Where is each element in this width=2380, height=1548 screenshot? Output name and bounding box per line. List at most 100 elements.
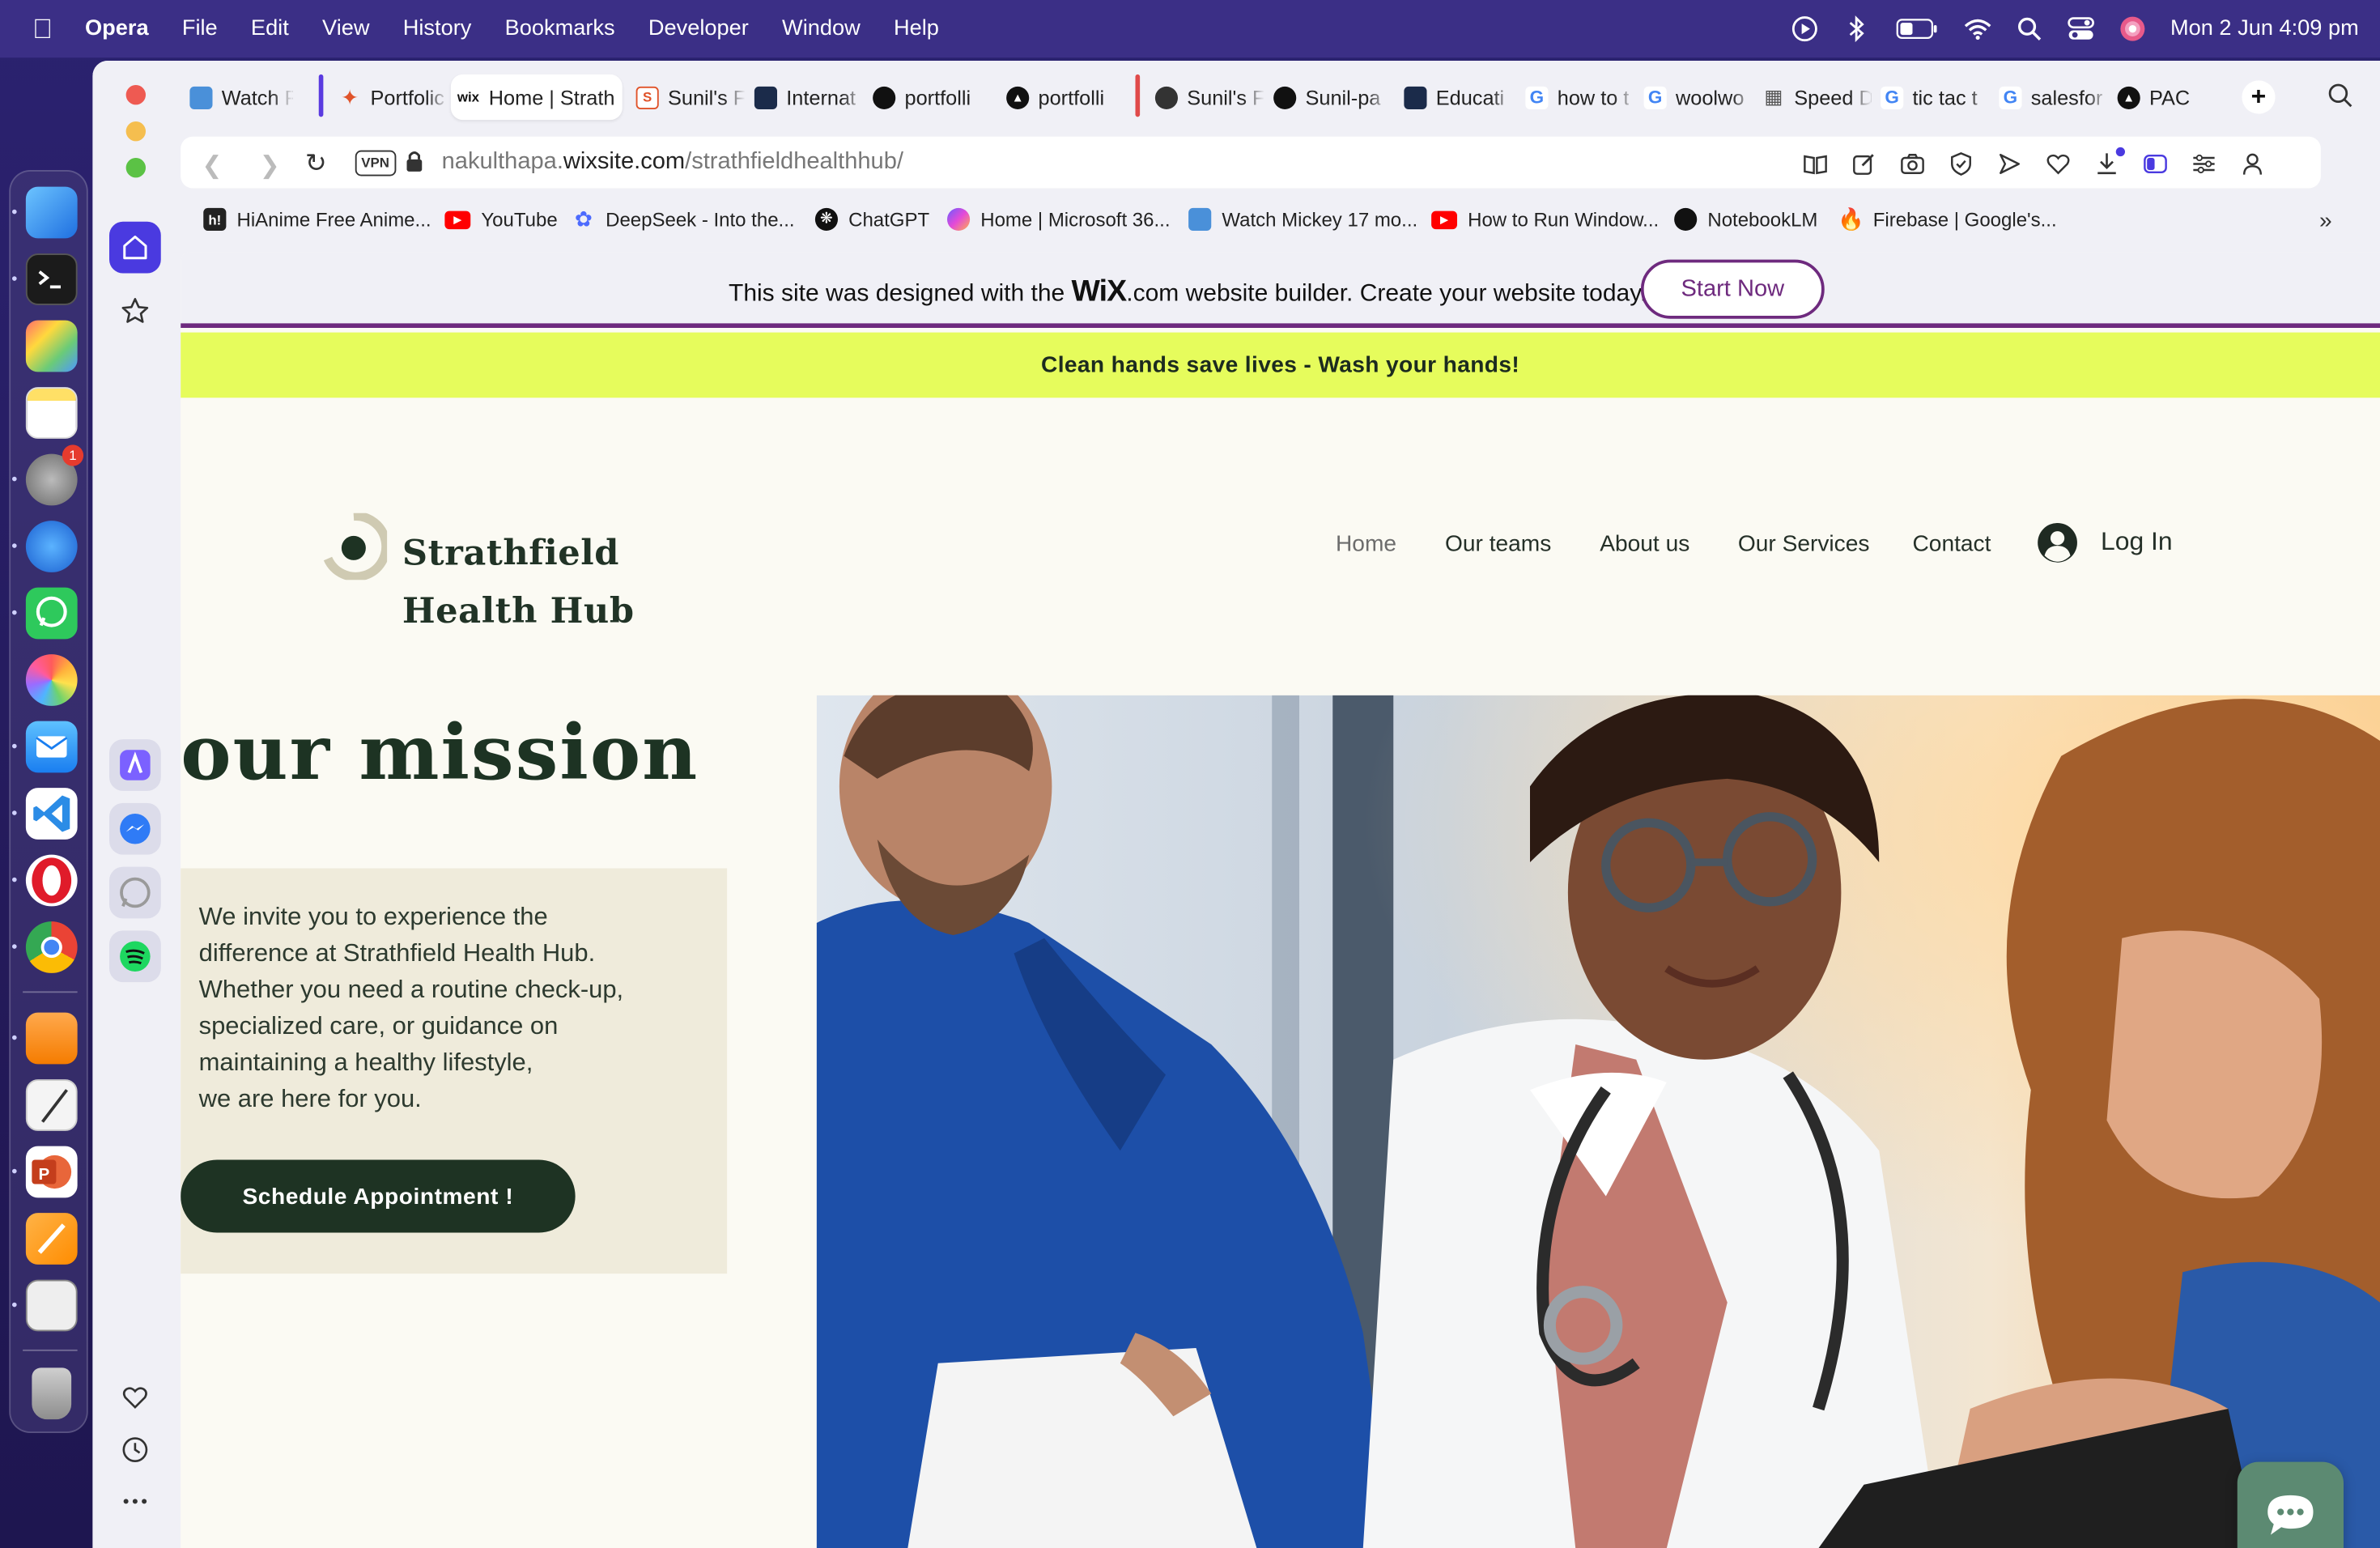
whatsapp-sidebar-icon[interactable] — [109, 866, 161, 919]
bookmark-firebase[interactable]: 🔥 Firebase | Google's... — [1838, 206, 2056, 231]
tab-tic-tac[interactable]: Gtic tac t — [1875, 74, 1991, 121]
reload-icon[interactable]: ↻ — [305, 149, 327, 180]
edit-icon[interactable] — [1852, 152, 1876, 176]
more-options-icon[interactable] — [109, 1476, 161, 1528]
siri-icon[interactable] — [2119, 15, 2146, 43]
flow-send-icon[interactable] — [1998, 152, 2022, 176]
favorites-heart-icon[interactable] — [2046, 152, 2071, 176]
finder-icon[interactable] — [25, 186, 78, 239]
lock-icon[interactable] — [406, 149, 424, 181]
easy-setup-icon[interactable] — [2192, 152, 2216, 176]
nav-our-teams[interactable]: Our teams — [1445, 531, 1551, 557]
mail-icon[interactable] — [25, 721, 78, 773]
menu-view[interactable]: View — [322, 17, 369, 41]
textedit-icon[interactable] — [25, 1079, 78, 1131]
menu-file[interactable]: File — [182, 17, 218, 41]
ad-blocker-shield-icon[interactable] — [1949, 152, 1974, 176]
bookmarks-overflow-chevron-icon[interactable]: » — [2319, 208, 2332, 234]
user-avatar-icon[interactable] — [2037, 522, 2078, 563]
menu-developer[interactable]: Developer — [648, 17, 749, 41]
back-arrow-icon[interactable]: ❮ — [202, 151, 222, 181]
aria-ai-icon[interactable] — [109, 739, 161, 791]
camera-snapshot-icon[interactable] — [1901, 152, 1925, 176]
download-icon[interactable] — [2095, 152, 2119, 176]
menu-help[interactable]: Help — [894, 17, 939, 41]
menu-app-name[interactable]: Opera — [85, 17, 149, 41]
bookmark-chatgpt[interactable]: ❋ ChatGPT — [814, 207, 929, 231]
media-play-icon[interactable] — [1791, 15, 1818, 43]
spotlight-search-icon[interactable] — [2016, 15, 2043, 43]
log-in-link[interactable]: Log In — [2101, 527, 2173, 558]
wifi-icon[interactable] — [1964, 15, 1991, 43]
tab-pac[interactable]: ▲ PAC — [2111, 74, 2217, 120]
url-input[interactable]: nakulthapa.wixsite.com/strathfieldhealth… — [442, 149, 903, 176]
sidebar-toggle-icon[interactable] — [2144, 152, 2168, 176]
bookmark-youtube[interactable]: ▶ YouTube — [444, 208, 558, 231]
messenger-icon[interactable] — [109, 802, 161, 855]
notes-icon[interactable] — [25, 387, 78, 439]
nav-contact[interactable]: Contact — [1913, 531, 1991, 557]
opera-icon[interactable] — [25, 854, 78, 907]
tab-watch[interactable]: Watch F — [184, 74, 293, 121]
bookmark-watch-mickey[interactable]: Watch Mickey 17 mo... — [1188, 207, 1417, 231]
zoom-window-button[interactable] — [125, 158, 146, 178]
spotify-icon[interactable] — [109, 930, 161, 983]
tab-sunil-pa[interactable]: Sunil-pa — [1268, 74, 1389, 121]
tab-education[interactable]: Educati — [1398, 74, 1514, 121]
start-now-button[interactable]: Start Now — [1640, 259, 1825, 319]
tab-how-to[interactable]: Ghow to t — [1519, 74, 1635, 121]
tab-search-icon[interactable] — [2327, 82, 2354, 117]
history-clock-icon[interactable] — [109, 1424, 161, 1476]
tab-home-strathfield[interactable]: wix Home | Strath — [450, 74, 623, 121]
bluetooth-icon[interactable] — [1842, 15, 1870, 43]
whatsapp-icon[interactable] — [25, 587, 78, 640]
tab-woolworths[interactable]: Gwoolwo — [1638, 74, 1753, 121]
menu-edit[interactable]: Edit — [251, 17, 289, 41]
tab-portfolio-vercel[interactable]: ▲ portfolli — [1001, 74, 1125, 121]
bookmark-deepseek[interactable]: ✿ DeepSeek - Into the... — [572, 206, 795, 231]
ubuntu-app-icon[interactable] — [25, 1012, 78, 1065]
nav-about-us[interactable]: About us — [1600, 531, 1689, 557]
chrome-icon[interactable] — [25, 921, 78, 973]
tab-speed-dial[interactable]: ▦ Speed D — [1756, 74, 1872, 121]
pages-icon[interactable] — [25, 1213, 78, 1265]
profile-icon[interactable] — [2241, 152, 2265, 176]
tab-portfolio[interactable]: ✦ Portfolic — [333, 74, 448, 121]
schedule-appointment-button[interactable]: Schedule Appointment ! — [181, 1159, 576, 1233]
tab-sunils-2[interactable]: Sunil's F — [1149, 74, 1264, 121]
menu-window[interactable]: Window — [782, 17, 861, 41]
launchpad-icon[interactable] — [25, 320, 78, 372]
nav-home[interactable]: Home — [1336, 531, 1396, 557]
tab-international[interactable]: Internat — [748, 74, 864, 121]
home-icon[interactable] — [109, 221, 161, 274]
vpn-badge[interactable]: VPN — [355, 150, 396, 176]
control-center-icon[interactable] — [2067, 15, 2094, 43]
chat-button[interactable] — [2237, 1461, 2344, 1548]
menubar-datetime[interactable]: Mon 2 Jun 4:09 pm — [2170, 17, 2359, 41]
trash-icon[interactable] — [32, 1367, 72, 1420]
bookmark-notebooklm[interactable]: NotebookLM — [1674, 207, 1817, 231]
reader-mode-icon[interactable] — [1804, 152, 1828, 176]
nav-our-services[interactable]: Our Services — [1738, 531, 1870, 557]
close-window-button[interactable] — [125, 85, 146, 105]
bookmark-microsoft365[interactable]: Home | Microsoft 36... — [947, 207, 1171, 231]
new-tab-plus-icon[interactable]: + — [2242, 80, 2276, 114]
bookmark-how-to-run[interactable]: ▶ How to Run Window... — [1431, 208, 1659, 231]
forward-arrow-icon[interactable]: ❯ — [260, 151, 280, 181]
bookmark-hianime[interactable]: h! HiAnime Free Anime... — [203, 207, 431, 231]
star-icon[interactable] — [109, 286, 161, 338]
powerpoint-icon[interactable]: P — [25, 1146, 78, 1198]
terminal-icon[interactable] — [25, 253, 78, 305]
menu-history[interactable]: History — [403, 17, 472, 41]
preview-document-icon[interactable] — [25, 1279, 78, 1332]
photos-icon[interactable] — [25, 654, 78, 706]
tab-salesforce[interactable]: Gsalesfor — [1993, 74, 2109, 121]
apple-menu-icon[interactable]:  — [0, 13, 85, 45]
tab-portfolio-github[interactable]: portfolli — [867, 74, 992, 121]
minimize-window-button[interactable] — [125, 121, 146, 142]
battery-icon[interactable] — [1894, 15, 1940, 43]
tab-sunils-1[interactable]: S Sunil's F — [630, 74, 746, 121]
menu-bookmarks[interactable]: Bookmarks — [505, 17, 615, 41]
safari-icon[interactable] — [25, 521, 78, 572]
vscode-icon[interactable] — [25, 788, 78, 840]
